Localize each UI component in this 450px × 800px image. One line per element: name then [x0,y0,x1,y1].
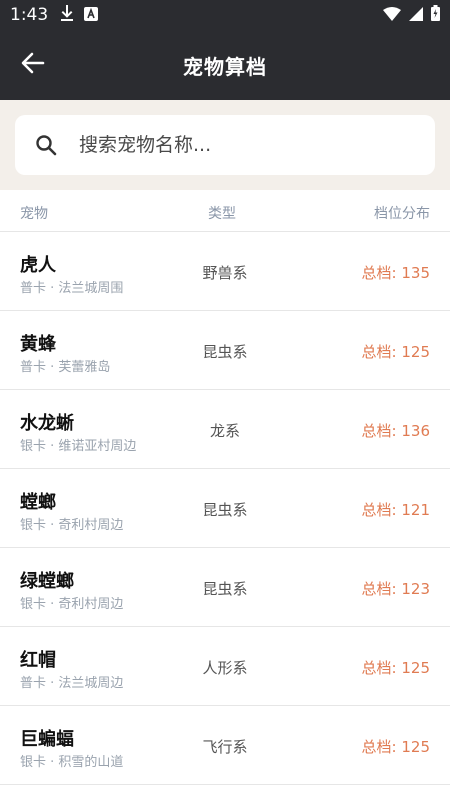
pet-location: 银卡 · 奇利村周边 [20,597,124,612]
pet-name: 虎人 [20,255,56,276]
download-icon [60,5,74,25]
pet-type: 昆虫系 [202,343,248,361]
status-bar: 1:43 [0,0,450,30]
pet-total: 总档: 123 [361,580,430,598]
status-time: 1:43 [10,5,49,25]
pet-name: 黄蜂 [20,334,56,355]
pet-location: 银卡 · 积雪的山道 [20,755,124,770]
wifi-icon [383,6,401,25]
page-title: 宠物算档 [183,54,267,79]
pet-name: 绿螳螂 [20,571,74,592]
pet-location: 银卡 · 奇利村周边 [20,518,124,533]
list-item[interactable]: 红帽 普卡 · 法兰城周边 人形系 总档: 125 [0,627,450,706]
pet-type: 人形系 [202,659,248,677]
pet-total: 总档: 125 [361,659,430,677]
pet-total: 总档: 135 [361,264,430,282]
app-bar: 宠物算档 [0,30,450,100]
pet-name: 红帽 [20,650,56,671]
search-section [0,100,450,190]
header-pet: 宠物 [20,206,48,222]
pet-list: 虎人 普卡 · 法兰城周围 野兽系 总档: 135 黄蜂 普卡 · 芙蕾雅岛 昆… [0,232,450,785]
pet-name: 螳螂 [20,492,56,513]
list-item[interactable]: 虎人 普卡 · 法兰城周围 野兽系 总档: 135 [0,232,450,311]
pet-type: 昆虫系 [202,501,248,519]
pet-type: 昆虫系 [202,580,248,598]
pet-total: 总档: 121 [361,501,430,519]
pet-location: 银卡 · 维诺亚村周边 [20,439,137,454]
status-icons-left [60,5,99,25]
table-header: 宠物 类型 档位分布 [0,190,450,232]
pet-location: 普卡 · 法兰城周围 [20,281,124,296]
search-box[interactable] [15,115,435,175]
pet-type: 飞行系 [202,738,248,756]
pet-total: 总档: 136 [361,422,430,440]
list-item[interactable]: 水龙蜥 银卡 · 维诺亚村周边 龙系 总档: 136 [0,390,450,469]
pet-name: 巨蝙蝠 [20,729,74,750]
battery-icon [431,5,440,25]
pet-total: 总档: 125 [361,738,430,756]
header-type: 类型 [208,206,236,222]
status-icons-right [383,5,440,25]
list-item[interactable]: 绿螳螂 银卡 · 奇利村周边 昆虫系 总档: 123 [0,548,450,627]
a-icon [84,6,99,25]
pet-name: 水龙蜥 [20,413,74,434]
list-item[interactable]: 螳螂 银卡 · 奇利村周边 昆虫系 总档: 121 [0,469,450,548]
pet-type: 野兽系 [202,264,248,282]
pet-location: 普卡 · 法兰城周边 [20,676,124,691]
search-input[interactable] [79,134,399,156]
pet-type: 龙系 [209,422,240,440]
search-icon [35,134,57,156]
list-item[interactable]: 黄蜂 普卡 · 芙蕾雅岛 昆虫系 总档: 125 [0,311,450,390]
list-item[interactable]: 巨蝙蝠 银卡 · 积雪的山道 飞行系 总档: 125 [0,706,450,785]
signal-icon [409,6,423,25]
header-distribution: 档位分布 [374,206,430,222]
pet-total: 总档: 125 [361,343,430,361]
pet-location: 普卡 · 芙蕾雅岛 [20,360,111,375]
